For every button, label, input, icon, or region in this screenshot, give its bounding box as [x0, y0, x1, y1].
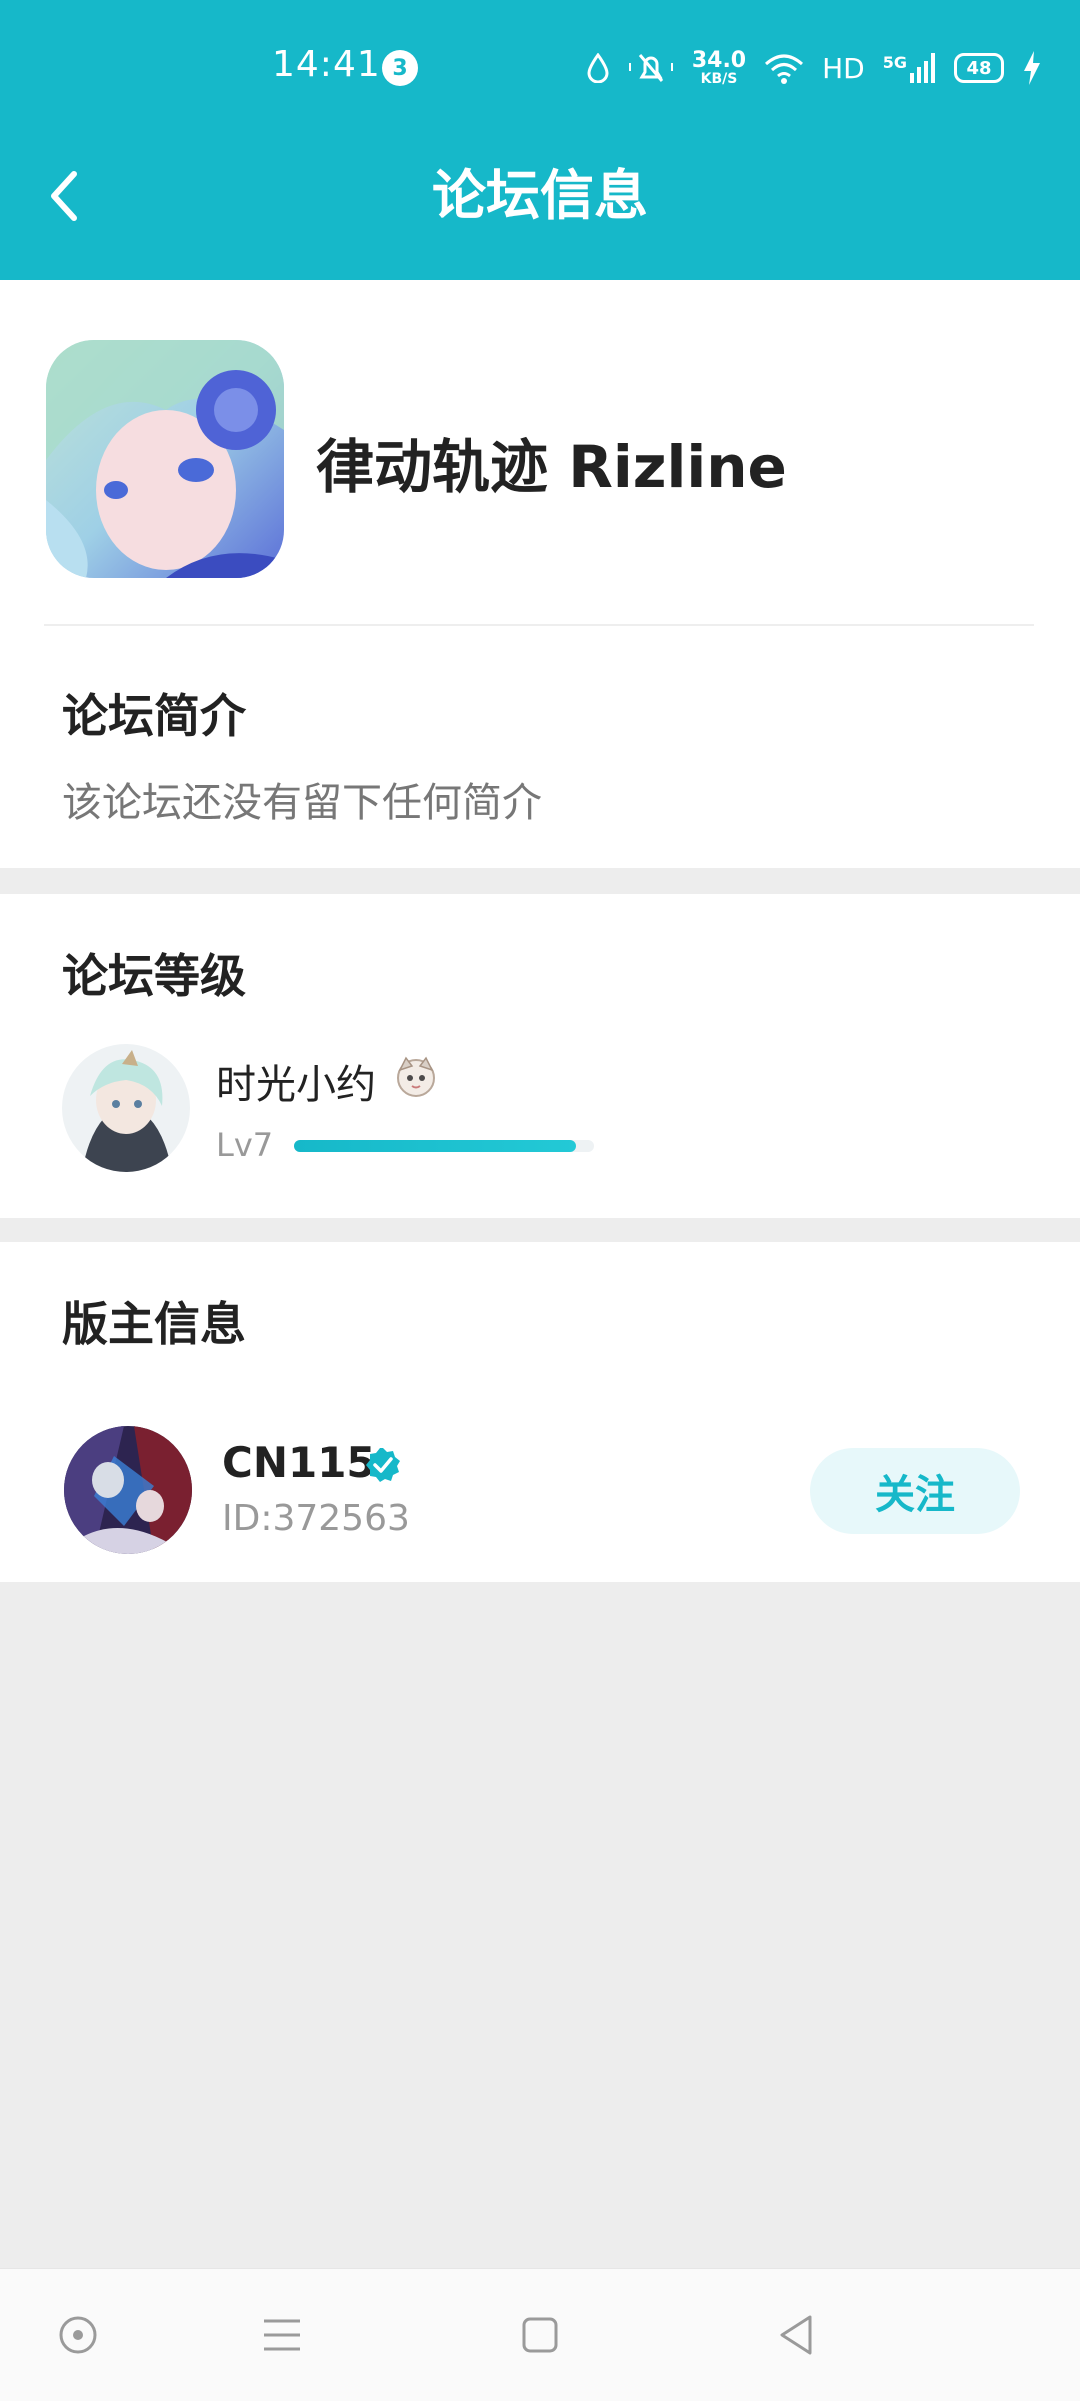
- moderator-avatar[interactable]: [64, 1426, 192, 1554]
- level-progress-bar: [294, 1140, 594, 1152]
- forum-level-title: 论坛等级: [62, 949, 246, 1003]
- menu-icon[interactable]: [256, 2309, 308, 2361]
- network-speed: 34.0 KB/S: [691, 48, 747, 87]
- forum-intro-title: 论坛简介: [62, 689, 246, 743]
- follow-button[interactable]: 关注: [810, 1448, 1020, 1534]
- status-time: 14:41: [272, 44, 381, 85]
- user-level-label: Lv7: [216, 1126, 274, 1164]
- signal-strength: 5G: [883, 53, 936, 83]
- moderator-title: 版主信息: [62, 1297, 246, 1351]
- moderator-name: CN115: [222, 1438, 376, 1487]
- app-header: 14:41 3 34.0 KB/S HD 5G 48 论坛信息: [0, 0, 1080, 280]
- system-nav-bar: [0, 2268, 1080, 2401]
- mute-bell-icon: [628, 54, 673, 82]
- wifi-icon: [765, 54, 804, 84]
- home-square-icon[interactable]: [514, 2309, 566, 2361]
- status-icons: 34.0 KB/S HD 5G 48: [586, 44, 1042, 92]
- divider: [44, 624, 1034, 626]
- forum-name: 律动轨迹 Rizline: [316, 433, 787, 501]
- moderator-id: ID:372563: [222, 1498, 410, 1539]
- page-title: 论坛信息: [432, 164, 648, 227]
- user-name: 时光小约: [216, 1062, 376, 1108]
- character-sticker-icon: [397, 1056, 435, 1097]
- forum-logo: [46, 340, 284, 578]
- charging-bolt-icon: [1024, 51, 1040, 85]
- network-type-label: 5G: [882, 53, 907, 72]
- hd-label: HD: [822, 51, 865, 85]
- verified-badge-icon: [366, 1448, 400, 1482]
- assistant-circle-icon[interactable]: [52, 2309, 104, 2361]
- forum-info-card: 律动轨迹 Rizline 论坛简介 该论坛还没有留下任何简介: [0, 280, 1080, 868]
- forum-level-card: 论坛等级 时光小约 Lv7: [0, 894, 1080, 1218]
- battery-indicator: 48: [954, 53, 1004, 83]
- moderator-card: 版主信息 CN115 ID:372563 关注: [0, 1242, 1080, 1582]
- level-progress-fill: [294, 1140, 576, 1152]
- notification-count-badge: 3: [382, 50, 418, 86]
- forum-intro-text: 该论坛还没有留下任何简介: [62, 780, 542, 826]
- signal-icon: [910, 53, 935, 83]
- user-avatar[interactable]: [62, 1044, 190, 1172]
- water-drop-icon: [587, 53, 609, 83]
- back-triangle-icon[interactable]: [770, 2309, 822, 2361]
- status-bar: 14:41 3 34.0 KB/S HD 5G 48: [0, 0, 1080, 130]
